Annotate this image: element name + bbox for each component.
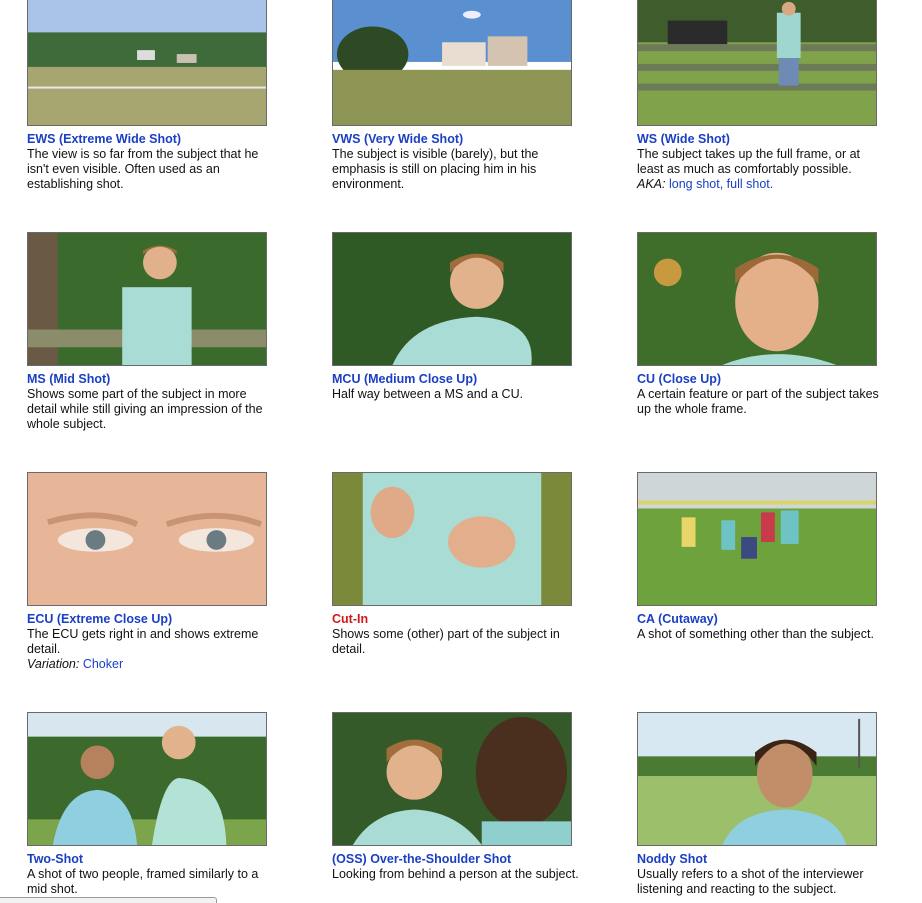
- note-label: Variation:: [27, 657, 80, 671]
- two-boys-photo[interactable]: [27, 712, 267, 846]
- shot-title[interactable]: MS (Mid Shot): [27, 372, 279, 387]
- horizontal-scrollbar[interactable]: [0, 897, 217, 903]
- boy-medium-close-photo[interactable]: [332, 232, 572, 366]
- boy-fence-full-photo[interactable]: [637, 0, 877, 126]
- shot-title[interactable]: WS (Wide Shot): [637, 132, 889, 147]
- over-shoulder-photo[interactable]: [332, 712, 572, 846]
- shot-note: Variation: Choker: [27, 657, 279, 672]
- shot-note: AKA: long shot, full shot.: [637, 177, 889, 192]
- note-links[interactable]: long shot, full shot.: [669, 177, 773, 191]
- shot-description: A shot of two people, framed similarly t…: [27, 867, 259, 896]
- boy-listening-photo[interactable]: [637, 712, 877, 846]
- shot-card-ms: MS (Mid Shot) Shows some part of the sub…: [27, 232, 279, 432]
- children-playing-photo[interactable]: [637, 472, 877, 606]
- shot-title[interactable]: Cut-In: [332, 612, 584, 627]
- shot-description: The view is so far from the subject that…: [27, 147, 259, 191]
- shot-description: Shows some (other) part of the subject i…: [332, 627, 560, 656]
- boy-close-photo[interactable]: [637, 232, 877, 366]
- shot-card-oss: (OSS) Over-the-Shoulder Shot Looking fro…: [332, 712, 584, 882]
- shot-card-cu: CU (Close Up) A certain feature or part …: [637, 232, 889, 417]
- shot-card-ews: EWS (Extreme Wide Shot) The view is so f…: [27, 0, 279, 192]
- shot-description: A certain feature or part of the subject…: [637, 387, 879, 416]
- shot-title[interactable]: VWS (Very Wide Shot): [332, 132, 584, 147]
- shot-title[interactable]: EWS (Extreme Wide Shot): [27, 132, 279, 147]
- boy-mid-photo[interactable]: [27, 232, 267, 366]
- landscape-town-photo[interactable]: [27, 0, 267, 126]
- shot-description: Usually refers to a shot of the intervie…: [637, 867, 864, 896]
- shot-card-vws: VWS (Very Wide Shot) The subject is visi…: [332, 0, 584, 192]
- shot-title[interactable]: CU (Close Up): [637, 372, 889, 387]
- shot-description: Half way between a MS and a CU.: [332, 387, 524, 401]
- shot-title[interactable]: CA (Cutaway): [637, 612, 889, 627]
- shot-card-mcu: MCU (Medium Close Up) Half way between a…: [332, 232, 584, 402]
- shot-description: The ECU gets right in and shows extreme …: [27, 627, 259, 656]
- shot-description: Shows some part of the subject in more d…: [27, 387, 263, 431]
- note-links[interactable]: Choker: [83, 657, 123, 671]
- field-house-photo[interactable]: [332, 0, 572, 126]
- shot-card-ca: CA (Cutaway) A shot of something other t…: [637, 472, 889, 642]
- shot-title[interactable]: Two-Shot: [27, 852, 279, 867]
- shot-card-noddy: Noddy Shot Usually refers to a shot of t…: [637, 712, 889, 897]
- shot-title[interactable]: (OSS) Over-the-Shoulder Shot: [332, 852, 584, 867]
- eyes-photo[interactable]: [27, 472, 267, 606]
- shot-description: The subject is visible (barely), but the…: [332, 147, 539, 191]
- shot-description: The subject takes up the full frame, or …: [637, 147, 861, 176]
- shot-title[interactable]: Noddy Shot: [637, 852, 889, 867]
- shot-description: A shot of something other than the subje…: [637, 627, 874, 641]
- shot-title[interactable]: MCU (Medium Close Up): [332, 372, 584, 387]
- shot-card-ws: WS (Wide Shot) The subject takes up the …: [637, 0, 889, 192]
- shot-card-ecu: ECU (Extreme Close Up) The ECU gets righ…: [27, 472, 279, 672]
- hands-photo[interactable]: [332, 472, 572, 606]
- shot-title[interactable]: ECU (Extreme Close Up): [27, 612, 279, 627]
- note-label: AKA:: [637, 177, 666, 191]
- shot-description: Looking from behind a person at the subj…: [332, 867, 579, 881]
- shot-card-cut-in: Cut-In Shows some (other) part of the su…: [332, 472, 584, 657]
- shot-card-two-shot: Two-Shot A shot of two people, framed si…: [27, 712, 279, 897]
